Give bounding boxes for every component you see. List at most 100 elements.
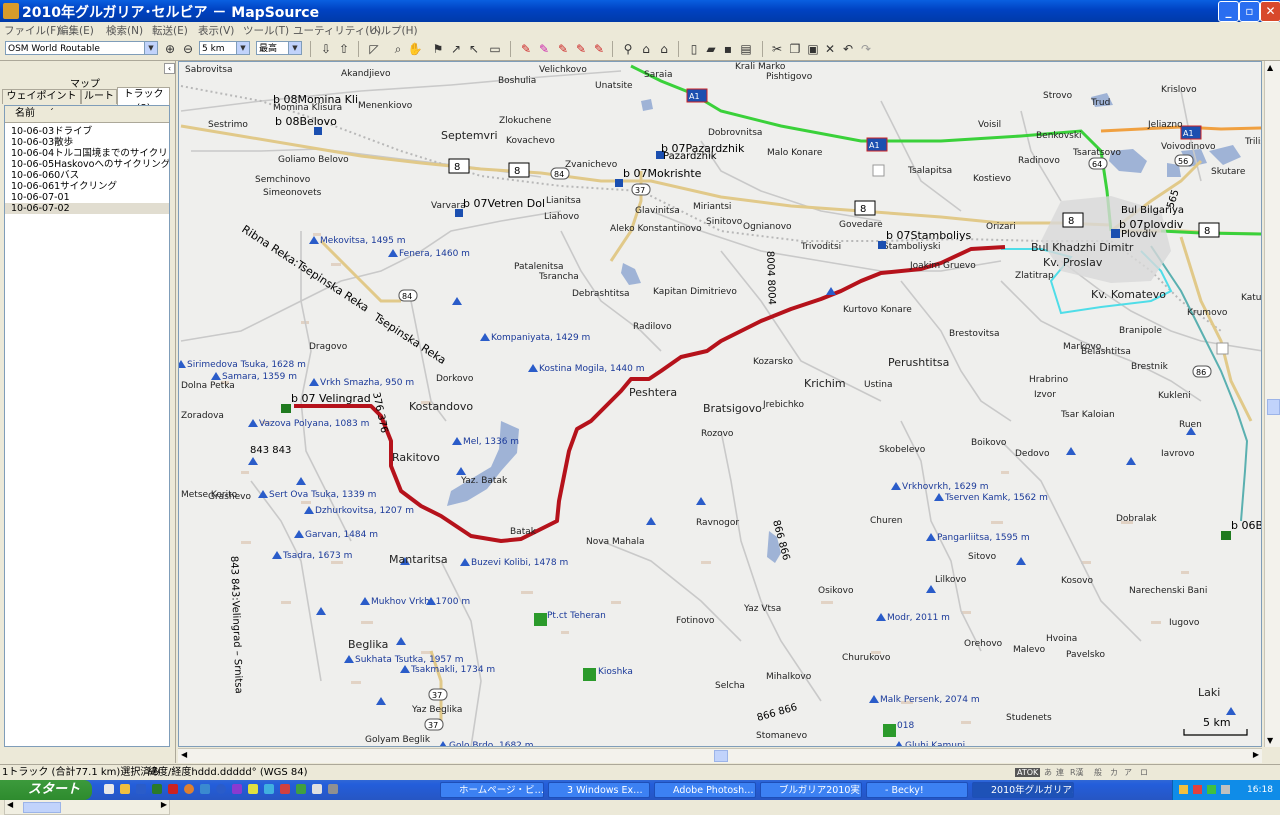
route-tool-icon[interactable]: ↗ <box>448 41 464 57</box>
map-view[interactable]: 8 8 8 8 8 84 37 84 56 64 86 37 37 A1 A1 … <box>178 61 1262 747</box>
find-icon[interactable]: ⚲ <box>620 41 636 57</box>
taskbar-item[interactable]: Adobe Photosh… <box>654 782 756 798</box>
scroll-right-icon[interactable]: ▶ <box>161 800 167 809</box>
list-horizontal-scrollbar[interactable]: ◀ ▶ <box>4 799 170 815</box>
map-tool-icon[interactable]: ◸ <box>366 41 382 57</box>
taskbar-item[interactable]: - Becky! <box>866 782 968 798</box>
scroll-thumb[interactable] <box>714 750 728 762</box>
panel-close-icon[interactable]: ‹ <box>164 63 175 74</box>
waypoint-icon[interactable] <box>615 179 623 187</box>
quicklaunch-icon[interactable] <box>264 784 274 794</box>
list-item[interactable]: 10-06-03散歩 <box>5 137 169 148</box>
delete-icon[interactable]: ✕ <box>822 41 838 57</box>
list-item[interactable]: 10-06-04トルコ国境までのサイクリング <box>5 148 169 159</box>
quicklaunch-icon[interactable] <box>168 784 178 794</box>
divide-icon[interactable]: ✎ <box>573 41 589 57</box>
tray-icon[interactable] <box>1207 785 1216 794</box>
find-address-icon[interactable]: ⌂ <box>656 41 672 57</box>
poi-icon[interactable] <box>534 613 547 626</box>
tab-waypoints[interactable]: ウェイポイント (83) <box>2 89 81 116</box>
tray-icon[interactable] <box>1179 785 1188 794</box>
hand-tool-icon[interactable]: ✋ <box>407 41 423 57</box>
paste-icon[interactable]: ▣ <box>805 41 821 57</box>
quicklaunch-icon[interactable] <box>216 784 226 794</box>
quicklaunch-icon[interactable] <box>328 784 338 794</box>
copy-icon[interactable]: ❐ <box>787 41 803 57</box>
print-icon[interactable]: ▤ <box>738 41 754 57</box>
receive-from-device-icon[interactable]: ⇩ <box>318 41 334 57</box>
ime-mode[interactable]: ア <box>1124 765 1132 780</box>
send-to-device-icon[interactable]: ⇧ <box>336 41 352 57</box>
menu-file[interactable]: ファイル(F) <box>4 23 60 38</box>
waypoint-icon[interactable] <box>878 241 886 249</box>
map-product-select[interactable]: OSM World Routable ▼ <box>5 41 158 55</box>
save-icon[interactable]: ▪ <box>720 41 736 57</box>
close-button[interactable]: ✕ <box>1260 1 1280 22</box>
ime-mode[interactable]: R漢 <box>1070 765 1084 780</box>
zoom-out-icon[interactable]: ⊖ <box>180 41 196 57</box>
quicklaunch-icon[interactable] <box>152 784 162 794</box>
airport-icon[interactable] <box>872 164 885 177</box>
distance-tool-icon[interactable]: ▭ <box>487 41 503 57</box>
quicklaunch-icon[interactable] <box>104 784 114 794</box>
poi-icon[interactable] <box>883 724 896 737</box>
open-file-icon[interactable]: ▰ <box>703 41 719 57</box>
find-place-icon[interactable]: ⌂ <box>638 41 654 57</box>
poi-icon[interactable] <box>583 668 596 681</box>
quicklaunch-icon[interactable] <box>120 784 130 794</box>
tab-tracks[interactable]: トラック(8) <box>117 87 170 114</box>
waypoint-tool-icon[interactable]: ⚑ <box>430 41 446 57</box>
list-item[interactable]: 10-06-03ドライブ <box>5 126 169 137</box>
ime-mode[interactable]: カ <box>1110 765 1118 780</box>
maximize-button[interactable]: ▫ <box>1239 1 1260 22</box>
quicklaunch-icon[interactable] <box>280 784 290 794</box>
quicklaunch-icon[interactable] <box>136 784 146 794</box>
taskbar-item[interactable]: ブルガリア2010実… <box>760 782 862 798</box>
list-item[interactable]: 10-06-07-01 <box>5 192 169 203</box>
insert-icon[interactable]: ✎ <box>555 41 571 57</box>
waypoint-icon[interactable] <box>455 209 463 217</box>
quicklaunch-icon[interactable] <box>296 784 306 794</box>
menu-utilities[interactable]: ユーティリティ(U) <box>293 23 381 38</box>
start-button[interactable]: スタート <box>0 780 92 800</box>
menu-edit[interactable]: 編集(E) <box>58 23 94 38</box>
ime-mode[interactable]: あ <box>1044 765 1052 780</box>
waypoint-icon[interactable] <box>281 404 291 413</box>
ime-mode[interactable]: ロ <box>1140 765 1148 780</box>
waypoint-icon[interactable] <box>1221 531 1231 540</box>
scroll-down-icon[interactable]: ▼ <box>1267 736 1273 745</box>
ime-mode[interactable]: 連 <box>1056 765 1064 780</box>
quicklaunch-icon[interactable] <box>232 784 242 794</box>
list-item[interactable]: 10-06-061サイクリング <box>5 181 169 192</box>
track-draw-icon[interactable]: ✎ <box>518 41 534 57</box>
quicklaunch-icon[interactable] <box>312 784 322 794</box>
selection-tool-icon[interactable]: ↖ <box>466 41 482 57</box>
tray-icon[interactable] <box>1221 785 1230 794</box>
scroll-left-icon[interactable]: ◀ <box>7 800 13 809</box>
menu-find[interactable]: 検索(N) <box>106 23 143 38</box>
menu-tools[interactable]: ツール(T) <box>243 23 289 38</box>
scroll-left-icon[interactable]: ◀ <box>181 750 187 759</box>
taskbar-item-active[interactable]: 2010年グルガリア… <box>972 782 1074 798</box>
quicklaunch-icon[interactable] <box>200 784 210 794</box>
redo-icon[interactable]: ↷ <box>858 41 874 57</box>
tray-icon[interactable] <box>1193 785 1202 794</box>
map-horizontal-scrollbar[interactable]: ◀ ▶ <box>178 748 1262 763</box>
zoom-in-icon[interactable]: ⊕ <box>162 41 178 57</box>
undo-icon[interactable]: ↶ <box>840 41 856 57</box>
scale-select[interactable]: 5 km ▼ <box>199 41 250 55</box>
list-item[interactable]: 10-06-05Haskovoへのサイクリング <box>5 159 169 170</box>
ime-atok[interactable]: ATOK <box>1015 768 1041 777</box>
list-item-selected[interactable]: 10-06-07-02 <box>5 203 169 214</box>
zoom-tool-icon[interactable]: ⌕ <box>390 41 406 57</box>
scroll-thumb[interactable] <box>23 802 61 813</box>
quicklaunch-icon[interactable] <box>248 784 258 794</box>
scroll-right-icon[interactable]: ▶ <box>1253 750 1259 759</box>
ime-mode[interactable]: 般 <box>1094 765 1102 780</box>
airport-icon[interactable] <box>1216 342 1229 355</box>
menu-help[interactable]: ヘルプ(H) <box>370 23 418 38</box>
cut-icon[interactable]: ✂ <box>769 41 785 57</box>
detail-select[interactable]: 最高 ▼ <box>256 41 302 55</box>
minimize-button[interactable]: _ <box>1218 1 1239 22</box>
menu-transfer[interactable]: 転送(E) <box>152 23 188 38</box>
